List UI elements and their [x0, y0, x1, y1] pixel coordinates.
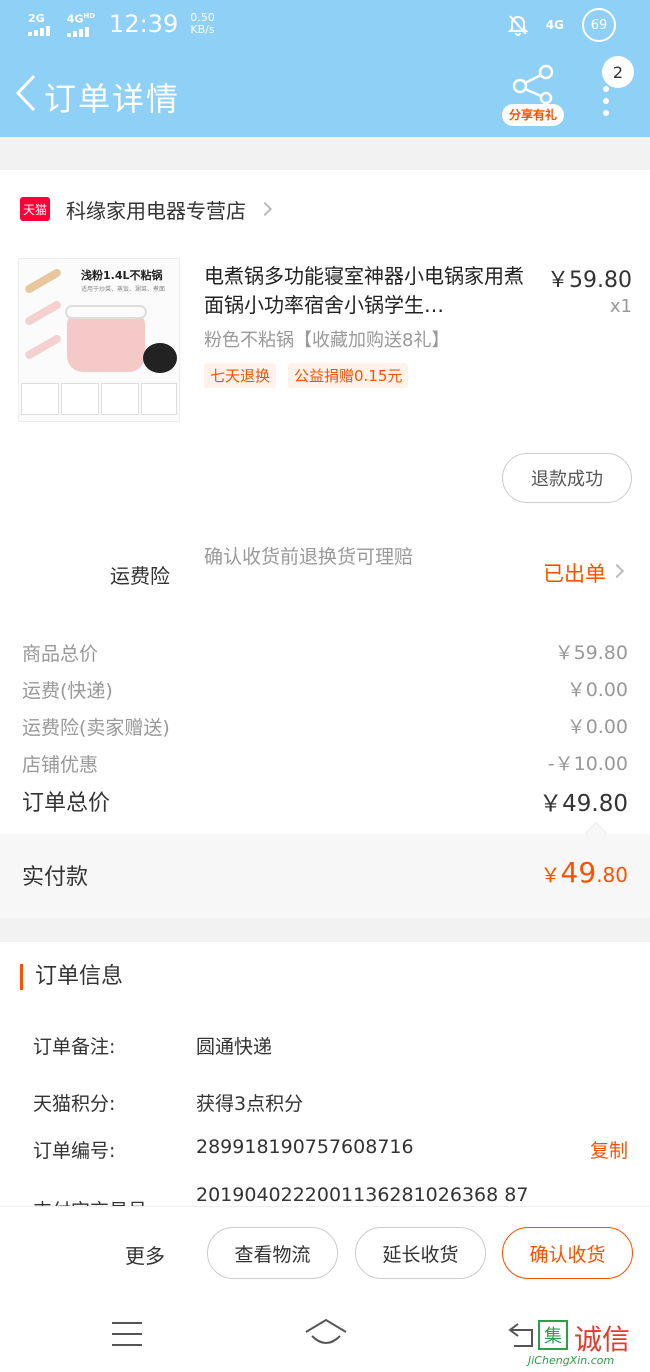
confirm-receipt-button[interactable]: 确认收货 [502, 1227, 633, 1279]
product-spec: 粉色不粘锅【收藏加购送8礼】 [204, 330, 450, 351]
info-label: 天猫积分: [33, 1093, 116, 1115]
tmall-logo-icon: 天猫 [20, 197, 50, 221]
watermark-logo: 集 诚信 JiChengXin.com [528, 1318, 650, 1372]
info-label: 订单备注: [33, 1036, 116, 1058]
view-logistics-button[interactable]: 查看物流 [207, 1227, 338, 1279]
alipay-number: 2019040222001136281026368 87 [196, 1184, 529, 1206]
share-button[interactable]: 分享有礼 [502, 64, 564, 128]
insurance-status[interactable]: 已出单 [543, 558, 606, 588]
menu-icon[interactable] [112, 1322, 142, 1355]
back-arrow-icon[interactable] [10, 70, 42, 116]
fee-value: ￥0.00 [566, 716, 628, 738]
share-label: 分享有礼 [502, 104, 564, 126]
order-total-value: ￥49.80 [539, 791, 628, 817]
fee-label: 运费(快递) [22, 680, 113, 702]
order-info-card: 订单信息 订单备注: 圆通快递 天猫积分: 获得3点积分 订单编号: 28991… [0, 942, 650, 1208]
insurance-label: 运费险 [110, 564, 170, 588]
fee-label: 店铺优惠 [22, 754, 99, 776]
info-label: 订单编号: [33, 1140, 116, 1162]
info-value: 圆通快递 [196, 1036, 273, 1058]
order-number: 289918190757608716 [196, 1136, 414, 1158]
bottom-action-bar: 更多 查看物流 延长收货 确认收货 [0, 1206, 650, 1298]
message-badge: 2 [602, 56, 634, 88]
network-indicator: 4G [545, 18, 564, 32]
signal-bars-icon [28, 25, 50, 36]
watermark-text: 诚信 [574, 1323, 631, 1356]
clock: 12:39 [109, 10, 179, 38]
battery-icon: 69 [582, 8, 616, 42]
shop-row[interactable]: 天猫 科缘家用电器专营店 [20, 194, 273, 224]
bell-muted-icon [507, 15, 528, 36]
product-image[interactable]: 浅粉1.4L不粘锅 适用于炒菜、蒸饭、涮菜、煮面 [18, 258, 180, 422]
extend-receipt-button[interactable]: 延长收货 [355, 1227, 486, 1279]
order-card: 天猫 科缘家用电器专营店 浅粉1.4L不粘锅 适用于炒菜、蒸饭、涮菜、煮面 电煮… [0, 170, 650, 918]
network-speed: 0.50 KB/s [190, 11, 215, 36]
more-menu-icon[interactable] [600, 86, 612, 116]
more-button[interactable]: 更多 [125, 1240, 165, 1269]
tag-return: 七天退换 [204, 363, 277, 388]
section-title: 订单信息 [20, 964, 123, 990]
paid-value: ￥49.80 [540, 856, 628, 889]
fee-label: 商品总价 [22, 643, 99, 665]
chevron-right-icon [257, 201, 273, 217]
info-value: 获得3点积分 [196, 1093, 304, 1115]
order-total-label: 订单总价 [22, 791, 111, 816]
paid-amount-row: 实付款 ￥49.80 [0, 821, 650, 918]
product-price: ￥59.80 [547, 268, 632, 293]
status-bar: 2G 4GHD 12:39 0.50 KB/s 4G 69 [0, 0, 650, 50]
fee-value: ￥59.80 [554, 642, 628, 664]
tag-charity: 公益捐赠0.15元 [288, 363, 409, 388]
watermark-box: 集 [538, 1320, 568, 1350]
product-image-title: 浅粉1.4L不粘锅 [81, 269, 163, 282]
signal-4g: 4GHD [66, 11, 95, 37]
fee-value: -￥10.00 [547, 753, 628, 775]
paid-label: 实付款 [22, 865, 89, 890]
insurance-desc: 确认收货前退换货可理赔 [204, 546, 414, 568]
product-title[interactable]: 电煮锅多功能寝室神器小电锅家用煮面锅小功率宿舍小锅学生… [204, 262, 534, 320]
refund-status-button[interactable]: 退款成功 [502, 453, 632, 503]
nav-bar: 订单详情 分享有礼 2 [0, 56, 650, 130]
signal-2g: 2G [28, 13, 50, 36]
page-title: 订单详情 [44, 80, 181, 118]
share-icon [512, 64, 554, 105]
product-quantity: x1 [609, 296, 632, 317]
copy-button[interactable]: 复制 [590, 1136, 628, 1163]
chevron-right-icon[interactable] [609, 563, 625, 579]
product-image-subtitle: 适用于炒菜、蒸饭、涮菜、煮面 [81, 286, 166, 293]
product-tags: 七天退换 公益捐赠0.15元 [204, 363, 409, 388]
signal-bars-icon [66, 26, 89, 37]
fee-value: ￥0.00 [566, 679, 628, 701]
watermark-url: JiChengXin.com [528, 1354, 615, 1367]
home-icon[interactable] [304, 1316, 348, 1350]
app-header: 2G 4GHD 12:39 0.50 KB/s 4G 69 订单详情 分享有礼 … [0, 0, 650, 137]
shop-name: 科缘家用电器专营店 [66, 198, 246, 223]
fee-label: 运费险(卖家赠送) [22, 717, 170, 739]
